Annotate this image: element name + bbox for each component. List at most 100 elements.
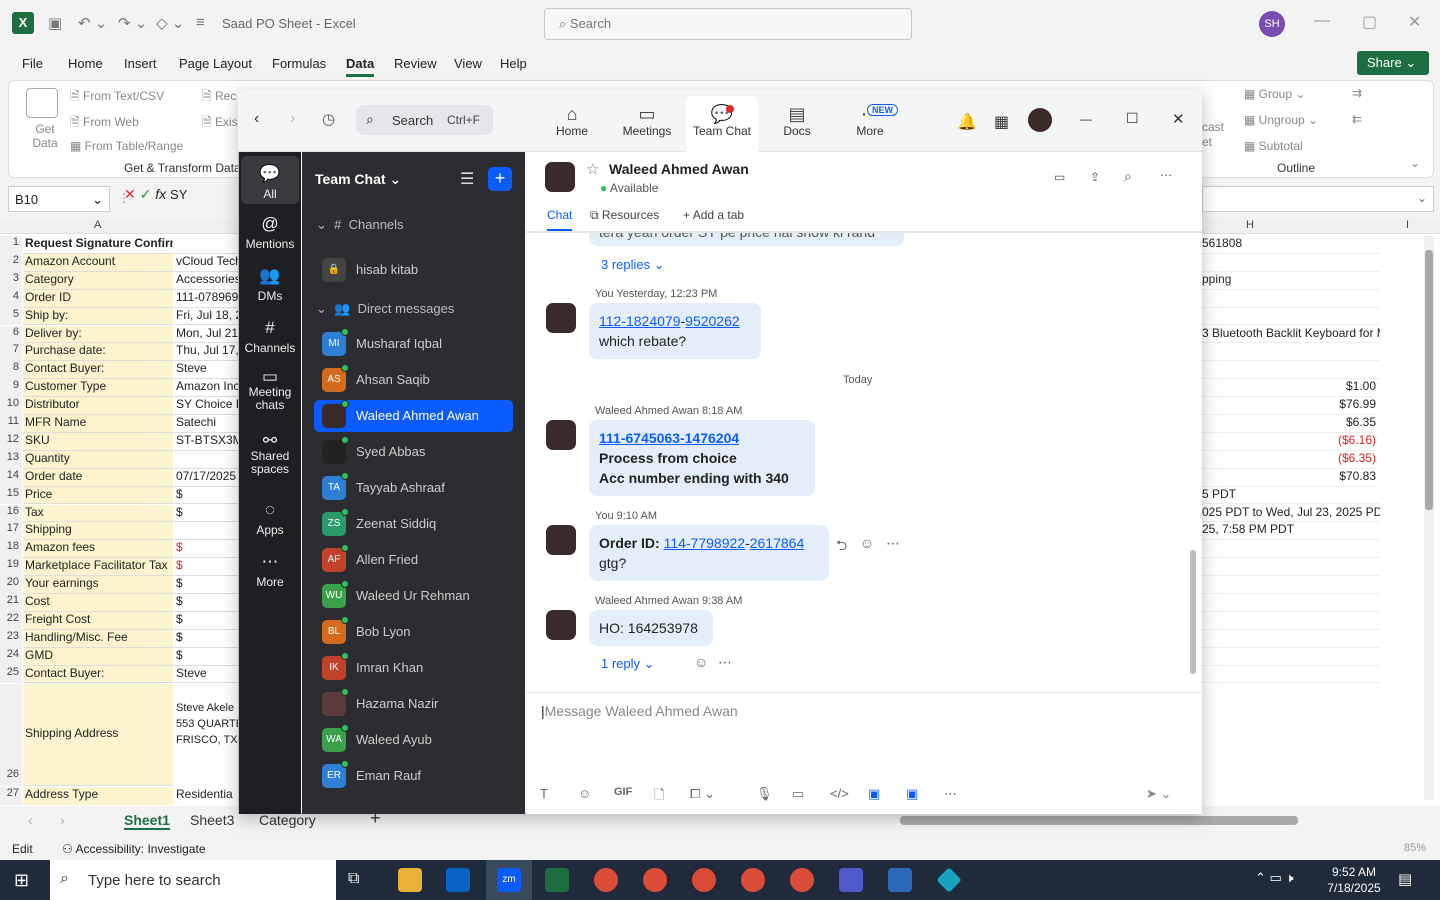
cell-b[interactable] [174, 522, 238, 541]
formula-value[interactable]: SY [170, 187, 187, 202]
menu-insert[interactable]: Insert [124, 56, 157, 71]
cell-b[interactable]: Amazon Inc [174, 379, 238, 398]
cell-h[interactable]: 5 PDT [1202, 487, 1380, 505]
chat-tab-chat[interactable]: Chat [547, 208, 573, 231]
order-link[interactable]: 9520262 [685, 313, 740, 329]
contact-avatar[interactable] [546, 610, 576, 640]
my-avatar[interactable] [546, 525, 576, 555]
cell-a[interactable]: Category [23, 271, 173, 290]
tab-more[interactable]: ⋯More [834, 96, 906, 138]
screen-share-icon[interactable]: ⇪ [1090, 170, 1100, 184]
video-call-icon[interactable]: ▭ [1054, 170, 1065, 184]
microphone-icon[interactable]: 🎙 [756, 786, 773, 802]
chrome-icon[interactable] [692, 868, 716, 892]
cell-b[interactable]: SY Choice H [174, 397, 238, 415]
cell-h[interactable]: $76.99 [1202, 397, 1376, 415]
cell-b[interactable]: Steve Akele [174, 702, 238, 714]
new-chat-button[interactable]: + [488, 167, 512, 191]
cell-a[interactable]: Freight Cost [23, 611, 173, 630]
rail-channels[interactable]: # Channels [239, 318, 301, 355]
tab-meetings[interactable]: ▭ Meetings [611, 96, 683, 138]
row-header[interactable]: 9 [0, 379, 22, 398]
fx-icon[interactable]: fx [155, 186, 166, 202]
menu-data[interactable]: Data [346, 56, 375, 77]
horizontal-scrollbar[interactable] [900, 816, 1298, 825]
history-icon[interactable]: ◷ [322, 110, 335, 128]
cell-b[interactable]: $ [174, 648, 238, 666]
menu-page-layout[interactable]: Page Layout [179, 56, 252, 71]
share-button[interactable]: Share ⌄ [1357, 51, 1429, 75]
close-icon[interactable]: ✕ [1172, 110, 1185, 128]
message-bubble[interactable]: Order ID: 114-7798922-2617864 gtg? [589, 525, 829, 581]
order-link[interactable]: 111-6745063-1476204 [599, 430, 739, 446]
filter-icon[interactable]: ☰ [460, 169, 474, 189]
teams-icon[interactable] [839, 868, 863, 892]
emoji-reaction-icon[interactable]: ☺ [860, 535, 874, 551]
menu-view[interactable]: View [454, 56, 482, 71]
tray-icons[interactable]: ⌃ ▭ 🕨 [1255, 870, 1294, 886]
fill-color-icon[interactable]: ◇ ⌄ [156, 14, 184, 32]
from-text-button[interactable]: 🗎 From Text/CSV [70, 87, 164, 108]
cell-a[interactable]: Distributor [23, 397, 173, 415]
dm-item[interactable]: TA Tayyab Ashraaf [314, 472, 513, 504]
cell-a[interactable]: Address Type [23, 786, 173, 805]
bell-icon[interactable]: 🔔 [957, 112, 977, 132]
cell-a[interactable]: Ship by: [23, 307, 173, 326]
cell-a[interactable]: Contact Buyer: [23, 361, 173, 380]
dm-item[interactable]: WA Waleed Ayub [314, 724, 513, 756]
row-header[interactable]: 19 [0, 558, 22, 577]
cell-h[interactable]: 561808 [1202, 236, 1380, 254]
notification-icon[interactable]: ▤ [1398, 870, 1412, 888]
screenshot-icon[interactable]: ⧠ ⌄ [690, 786, 715, 802]
back-icon[interactable]: ‹ [254, 110, 259, 128]
windows-start-icon[interactable]: ⊞ [14, 870, 29, 891]
order-link[interactable]: 2617864 [750, 535, 805, 551]
cell-a[interactable]: Order date [23, 468, 173, 487]
dm-item[interactable]: Waleed Ahmed Awan [314, 400, 513, 432]
cell-h[interactable] [1202, 540, 1380, 559]
row-header[interactable]: 17 [0, 522, 22, 541]
calendar-icon[interactable]: ▦ [994, 112, 1009, 132]
cell-a[interactable]: Deliver by: [23, 325, 173, 344]
rail-meeting-chats[interactable]: ▭ Meeting chats [239, 368, 301, 412]
cell-h[interactable]: 25, 7:58 PM PDT [1202, 522, 1380, 541]
cell-b[interactable]: $ [174, 612, 238, 630]
minimize-icon[interactable]: — [1080, 112, 1092, 126]
cell-a[interactable]: SKU [23, 432, 173, 451]
from-web-button[interactable]: 🗎 From Web [70, 113, 139, 134]
direct-messages-section[interactable]: ⌄ 👥 Direct messages [316, 301, 454, 317]
message-more-icon[interactable]: ⋯ [718, 654, 732, 671]
message-bubble[interactable]: 112-1824079-9520262 which rebate? [589, 303, 761, 359]
rail-more[interactable]: ⋯ More [239, 552, 301, 589]
menu-file[interactable]: File [22, 56, 43, 71]
cell-h[interactable]: pping [1202, 272, 1380, 290]
cell-a[interactable]: Purchase date: [23, 343, 173, 362]
excel-restore-icon[interactable]: ▢ [1362, 12, 1377, 32]
row-header[interactable]: 26 [0, 683, 22, 786]
menu-help[interactable]: Help [500, 56, 527, 71]
column-h-header[interactable]: H [1246, 219, 1254, 231]
order-link[interactable]: 112-1824079 [599, 313, 680, 329]
cell-b[interactable]: Steve [174, 361, 238, 380]
dm-item[interactable]: ZS Zeenat Siddiq [314, 508, 513, 540]
cell-h[interactable]: 3 Bluetooth Backlit Keyboard for Mac, II [1202, 326, 1380, 344]
cell-a[interactable]: Contact Buyer: [23, 665, 173, 684]
name-box[interactable]: B10 ⌄ [8, 186, 110, 212]
cell-b[interactable]: 07/17/2025 [174, 469, 238, 487]
cell-a[interactable]: Cost [23, 594, 173, 612]
tab-docs[interactable]: ▤ Docs [761, 96, 833, 138]
contact-name[interactable]: Waleed Ahmed Awan [609, 161, 749, 177]
rail-dms[interactable]: 👥 DMs [239, 266, 301, 303]
dm-item[interactable]: IK Imran Khan [314, 652, 513, 684]
collapse-ribbon-icon[interactable]: ⌄ [1410, 156, 1420, 170]
cell-a[interactable]: MFR Name [23, 415, 173, 433]
cell-b[interactable]: Fri, Jul 18, 2 [174, 308, 238, 326]
search-icon[interactable]: ⌕ [1124, 168, 1132, 185]
rail-shared-spaces[interactable]: ⚯ Shared spaces [239, 432, 301, 476]
zoom-level[interactable]: 85% [1404, 842, 1426, 854]
row-header[interactable]: 24 [0, 647, 22, 666]
menu-formulas[interactable]: Formulas [272, 56, 326, 71]
row-header[interactable]: 8 [0, 361, 22, 380]
dm-item[interactable]: ER Eman Rauf [314, 760, 513, 792]
hide-detail-icon[interactable]: ⇇ [1352, 112, 1362, 126]
